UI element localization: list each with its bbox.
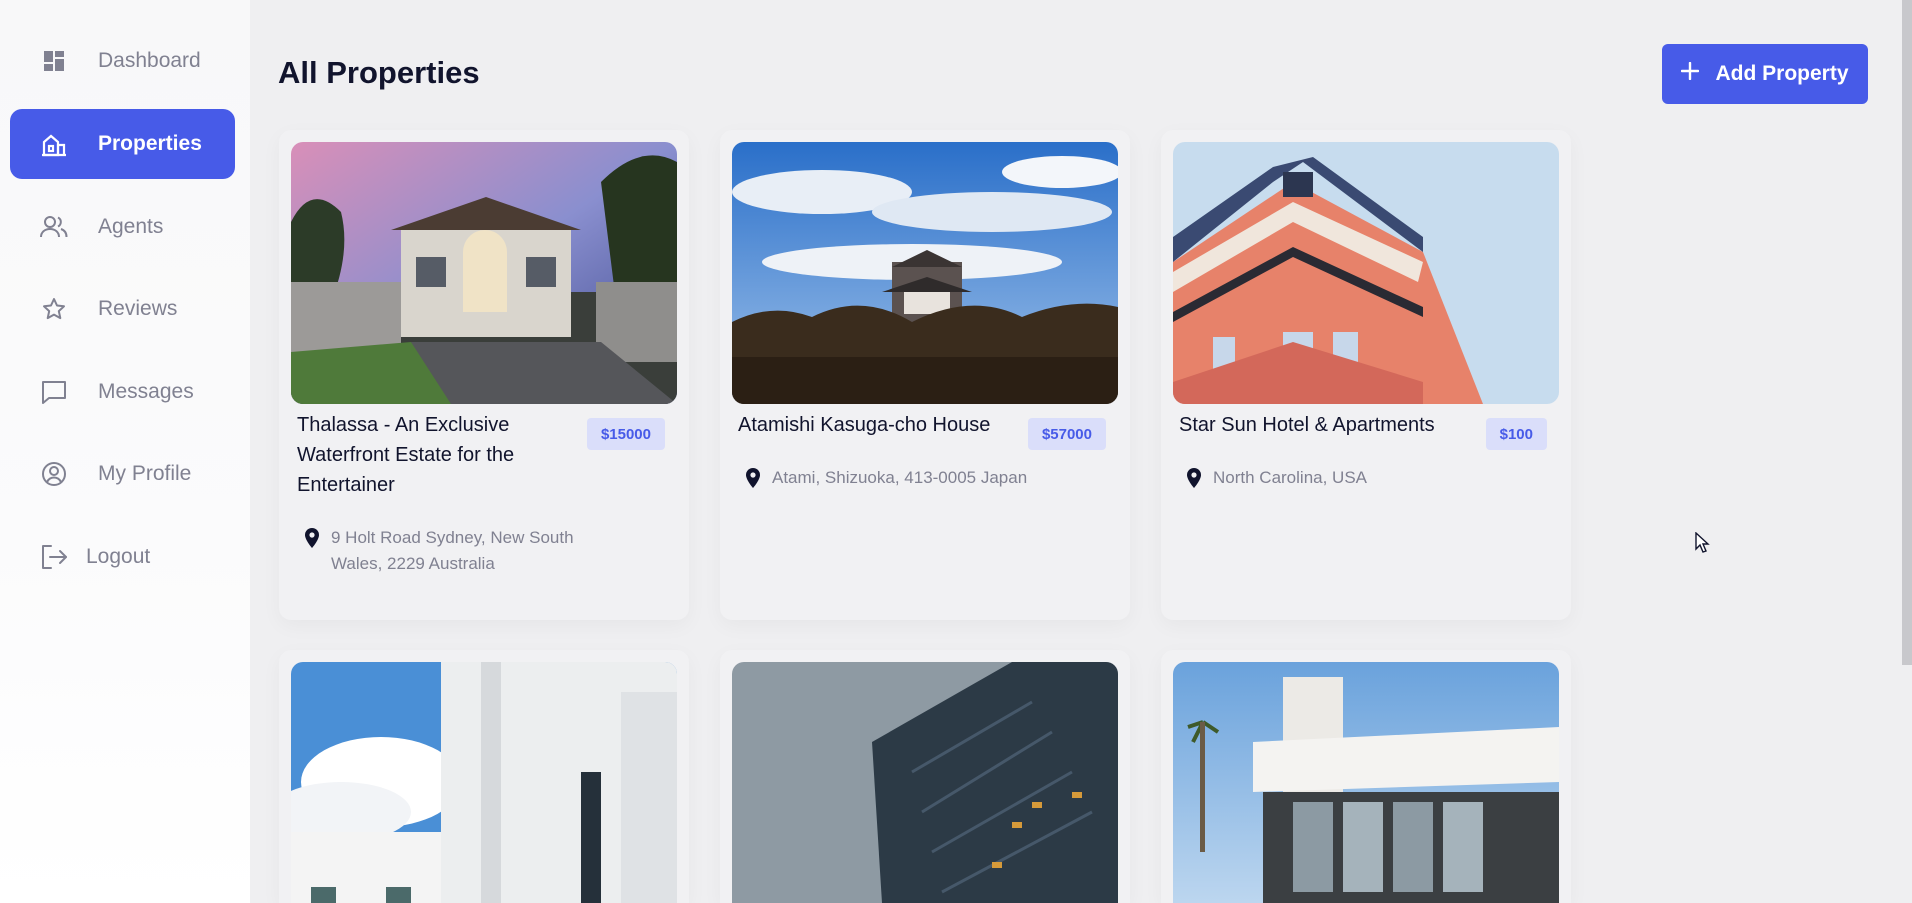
dashboard-icon (40, 47, 68, 75)
property-card[interactable] (1161, 650, 1571, 903)
plus-icon (1681, 61, 1700, 86)
property-photo (1173, 662, 1559, 903)
property-card[interactable] (279, 650, 689, 903)
sidebar-item-agents[interactable]: Agents (10, 192, 235, 262)
property-location: North Carolina, USA (1179, 465, 1479, 491)
property-card[interactable]: Thalassa - An Exclusive Waterfront Estat… (279, 130, 689, 620)
sidebar-item-label: Reviews (98, 297, 178, 320)
price-badge: $100 (1485, 418, 1547, 450)
property-card[interactable] (720, 650, 1130, 903)
property-name: Thalassa - An Exclusive Waterfront Estat… (297, 414, 515, 496)
sidebar-item-dashboard[interactable]: Dashboard (10, 26, 235, 96)
sidebar: Dashboard Properties Agents Reviews Mess… (0, 0, 250, 903)
property-photo (732, 142, 1118, 404)
property-card[interactable]: Atamishi Kasuga-cho House $57000 Atami, … (720, 130, 1130, 620)
properties-icon (40, 130, 68, 158)
agents-icon (40, 213, 68, 241)
mouse-cursor-icon (1695, 531, 1711, 559)
property-name: Star Sun Hotel & Apartments (1179, 414, 1435, 436)
location-text: Atami, Shizuoka, 413-0005 Japan (772, 468, 1028, 487)
location-pin-icon (746, 468, 760, 488)
sidebar-item-label: Logout (86, 545, 151, 568)
sidebar-item-label: My Profile (98, 462, 192, 485)
location-text: North Carolina, USA (1213, 468, 1368, 487)
add-property-label: Add Property (1715, 62, 1849, 85)
sidebar-item-reviews[interactable]: Reviews (10, 274, 235, 344)
location-pin-icon (1187, 468, 1201, 488)
property-location: 9 Holt Road Sydney, New South Wales, 222… (297, 525, 597, 577)
sidebar-item-label: Messages (98, 380, 194, 403)
sidebar-item-my-profile[interactable]: My Profile (10, 439, 235, 509)
price-badge: $15000 (586, 418, 665, 450)
property-photo (291, 662, 677, 903)
sidebar-item-label: Dashboard (98, 49, 201, 72)
sidebar-item-label: Properties (98, 132, 202, 155)
property-location: Atami, Shizuoka, 413-0005 Japan (738, 465, 1038, 491)
property-name: Atamishi Kasuga-cho House (738, 414, 991, 436)
scrollbar[interactable] (1902, 0, 1912, 665)
main-content: All Properties Add Property Thalassa - A… (250, 0, 1912, 903)
location-text: 9 Holt Road Sydney, New South Wales, 222… (331, 528, 574, 573)
sidebar-item-label: Agents (98, 215, 164, 238)
price-badge: $57000 (1027, 418, 1106, 450)
property-photo (291, 142, 677, 404)
sidebar-item-logout[interactable]: Logout (10, 522, 235, 592)
location-pin-icon (305, 528, 319, 548)
property-photo (732, 662, 1118, 903)
sidebar-item-properties[interactable]: Properties (10, 109, 235, 179)
star-icon (40, 295, 68, 323)
sidebar-item-messages[interactable]: Messages (10, 357, 235, 427)
page-title: All Properties (278, 55, 480, 90)
add-property-button[interactable]: Add Property (1662, 44, 1868, 104)
logout-icon (40, 543, 68, 571)
property-card[interactable]: Star Sun Hotel & Apartments $100 North C… (1161, 130, 1571, 620)
profile-icon (40, 460, 68, 488)
property-photo (1173, 142, 1559, 404)
message-icon (40, 378, 68, 406)
